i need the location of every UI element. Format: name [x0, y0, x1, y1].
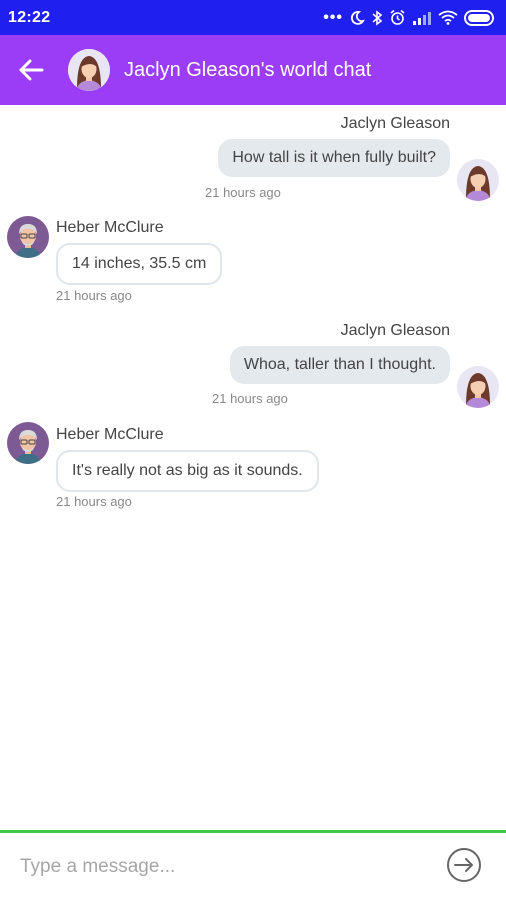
send-button[interactable] — [446, 847, 482, 883]
woman-avatar-icon — [457, 159, 499, 201]
man-avatar-icon — [7, 216, 49, 258]
message-bubble[interactable]: Whoa, taller than I thought. — [229, 346, 450, 384]
message-time: 21 hours ago — [205, 185, 281, 200]
chat-header: Jaclyn Gleason's world chat — [0, 35, 506, 105]
woman-avatar-icon — [68, 49, 110, 91]
message-input[interactable] — [20, 855, 420, 878]
message-time: 21 hours ago — [56, 494, 132, 509]
message-time: 21 hours ago — [56, 288, 132, 303]
message-composer — [0, 830, 506, 900]
message-sender: Heber McClure — [56, 426, 164, 443]
message-sender: Heber McClure — [56, 219, 164, 236]
message-time: 21 hours ago — [212, 391, 288, 406]
moon-icon — [349, 10, 365, 26]
message-list: Jaclyn Gleason How tall is it when fully… — [0, 105, 506, 830]
message-bubble[interactable]: It's really not as big as it sounds. — [56, 450, 319, 492]
message-bubble[interactable]: 14 inches, 35.5 cm — [56, 243, 223, 285]
battery-icon — [464, 9, 496, 26]
signal-icon — [412, 11, 432, 25]
man-avatar-icon — [7, 422, 49, 464]
message-sender: Jaclyn Gleason — [340, 115, 450, 132]
sender-avatar[interactable] — [7, 216, 49, 258]
send-icon — [447, 848, 481, 882]
status-time: 12:22 — [8, 8, 51, 26]
woman-avatar-icon — [457, 366, 499, 408]
wifi-icon — [438, 10, 458, 25]
status-icons: ••• — [323, 9, 496, 27]
back-button[interactable] — [16, 55, 46, 85]
message-sender: Jaclyn Gleason — [340, 322, 450, 339]
header-avatar[interactable] — [68, 49, 110, 91]
bluetooth-icon — [371, 9, 383, 26]
chat-title: Jaclyn Gleason's world chat — [124, 58, 372, 81]
status-bar: 12:22 ••• — [0, 0, 506, 35]
sender-avatar[interactable] — [7, 422, 49, 464]
sender-avatar[interactable] — [457, 366, 499, 408]
message-bubble[interactable]: How tall is it when fully built? — [218, 139, 450, 177]
back-arrow-icon — [19, 59, 44, 81]
sender-avatar[interactable] — [457, 159, 499, 201]
alarm-icon — [389, 9, 406, 26]
notification-dots: ••• — [323, 8, 343, 26]
